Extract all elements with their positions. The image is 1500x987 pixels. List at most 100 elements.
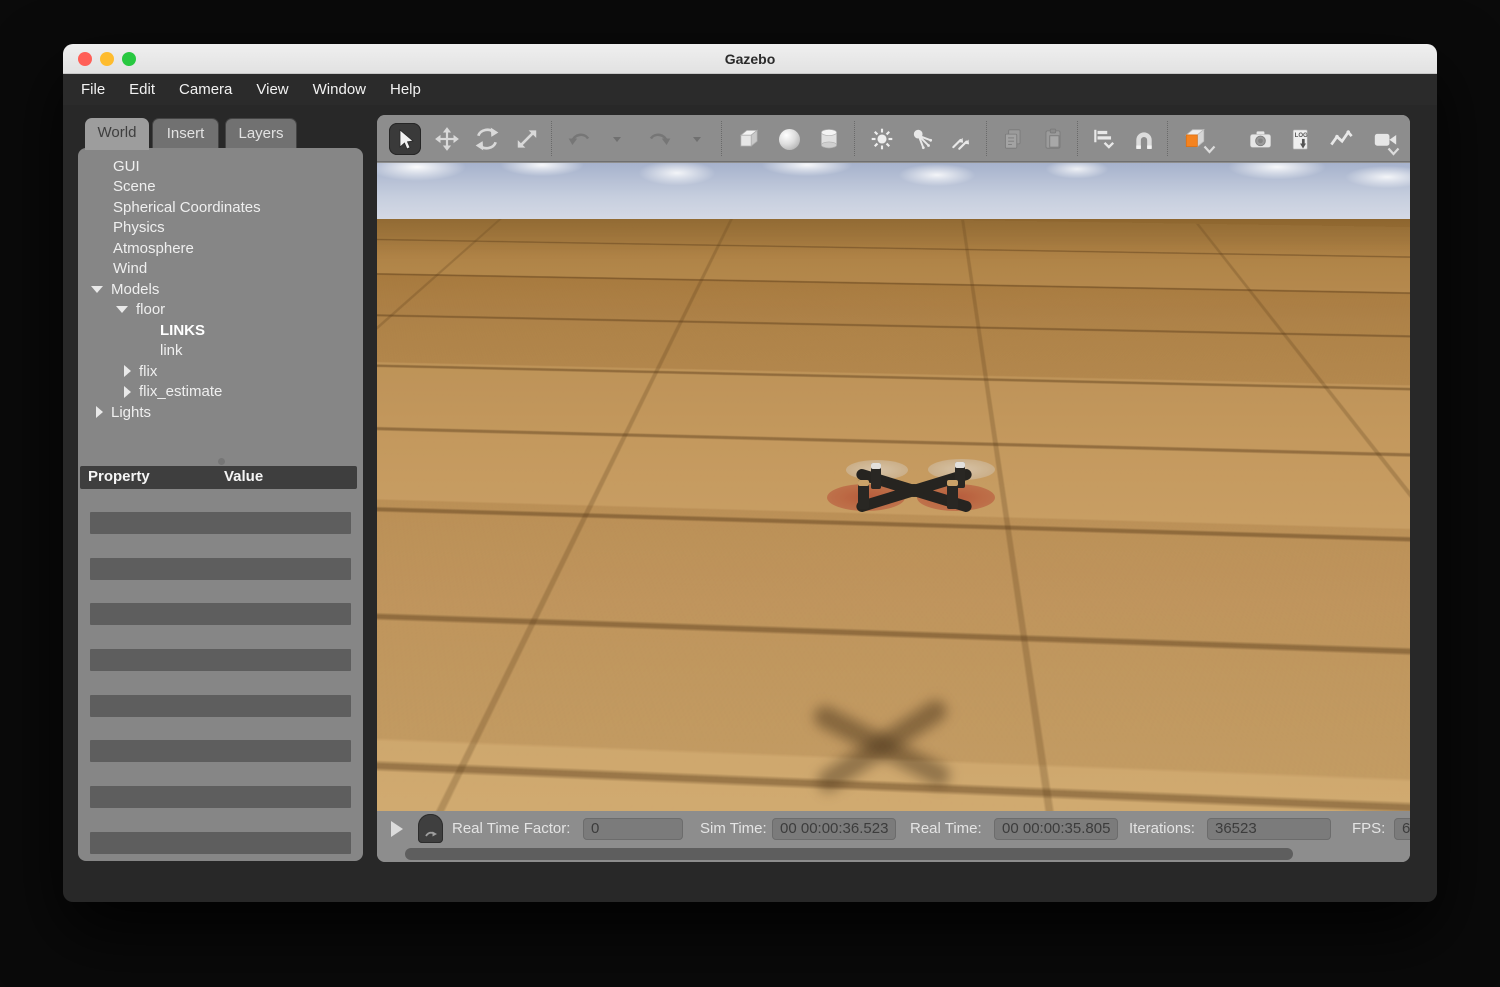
world-panel: GUI Scene Spherical Coordinates Physics … xyxy=(78,148,363,861)
toolbar-separator xyxy=(1077,121,1078,156)
3d-viewport[interactable] xyxy=(377,163,1410,811)
play-button[interactable] xyxy=(391,811,403,846)
property-table-header: Property Value xyxy=(80,466,357,489)
menu-window[interactable]: Window xyxy=(313,81,366,98)
table-row xyxy=(90,558,351,580)
sim-time-field[interactable]: 00 00:00:36.523 xyxy=(772,811,896,846)
plot-icon xyxy=(1328,126,1355,153)
tab-insert[interactable]: Insert xyxy=(152,118,219,148)
insert-spot-light-button[interactable] xyxy=(906,123,938,155)
tree-item-wind[interactable]: Wind xyxy=(78,259,363,280)
collapse-arrow-icon[interactable] xyxy=(91,286,103,293)
snap-button[interactable] xyxy=(1128,123,1160,155)
move-icon xyxy=(434,126,460,152)
directional-light-icon xyxy=(949,126,975,152)
insert-sphere-button[interactable] xyxy=(773,123,805,155)
tab-layers[interactable]: Layers xyxy=(225,118,297,148)
menu-camera[interactable]: Camera xyxy=(179,81,232,98)
table-row xyxy=(90,695,351,717)
menu-help[interactable]: Help xyxy=(390,81,421,98)
table-row xyxy=(90,832,351,854)
camera-icon xyxy=(1247,126,1274,153)
fps-label: FPS: xyxy=(1352,811,1385,846)
tab-world[interactable]: World xyxy=(85,118,149,150)
spot-light-icon xyxy=(909,126,935,152)
plot-button[interactable] xyxy=(1325,123,1357,155)
tree-item-spherical-coordinates[interactable]: Spherical Coordinates xyxy=(78,197,363,218)
tree-item-gui[interactable]: GUI xyxy=(78,156,363,177)
title-bar[interactable]: Gazebo xyxy=(63,44,1437,74)
tree-item-links-header[interactable]: LINKS xyxy=(78,320,363,341)
scale-icon xyxy=(514,126,540,152)
sphere-icon xyxy=(779,129,800,150)
horizontal-scrollbar[interactable] xyxy=(377,846,1410,862)
tree-item-lights[interactable]: Lights xyxy=(78,402,363,423)
toolbar-separator xyxy=(551,121,552,156)
redo-history-chevron-icon[interactable] xyxy=(693,137,701,142)
menu-edit[interactable]: Edit xyxy=(129,81,155,98)
log-file-icon: LOG xyxy=(1287,126,1314,153)
scale-tool-button[interactable] xyxy=(511,123,543,155)
rotate-tool-button[interactable] xyxy=(471,123,503,155)
translate-tool-button[interactable] xyxy=(431,123,463,155)
copy-button[interactable] xyxy=(997,123,1029,155)
step-button[interactable] xyxy=(418,811,443,846)
paste-button[interactable] xyxy=(1037,123,1069,155)
toolbar-separator xyxy=(721,121,722,156)
tree-item-flix-estimate[interactable]: flix_estimate xyxy=(78,382,363,403)
insert-point-light-button[interactable] xyxy=(866,123,898,155)
collapse-arrow-icon[interactable] xyxy=(116,306,128,313)
tree-item-scene[interactable]: Scene xyxy=(78,177,363,198)
insert-directional-light-button[interactable] xyxy=(946,123,978,155)
rotate-icon xyxy=(474,126,500,152)
iterations-label: Iterations: xyxy=(1129,811,1195,846)
tree-item-flix[interactable]: flix xyxy=(78,361,363,382)
toolbar-separator xyxy=(986,121,987,156)
real-time-label: Real Time: xyxy=(910,811,982,846)
align-icon xyxy=(1091,126,1117,152)
drone-motor xyxy=(947,480,958,509)
undo-history-chevron-icon[interactable] xyxy=(613,137,621,142)
align-button[interactable] xyxy=(1088,123,1120,155)
toolbar-separator xyxy=(854,121,855,156)
real-time-factor-label: Real Time Factor: xyxy=(452,811,570,846)
cylinder-icon xyxy=(816,126,842,152)
splitter-handle[interactable] xyxy=(218,458,225,465)
iterations-field[interactable]: 36523 xyxy=(1207,811,1331,846)
menu-file[interactable]: File xyxy=(81,81,105,98)
gazebo-window: Gazebo File Edit Camera View Window Help… xyxy=(63,44,1437,902)
select-tool-button[interactable] xyxy=(389,123,421,155)
screenshot-button[interactable] xyxy=(1244,123,1276,155)
menu-bar: File Edit Camera View Window Help xyxy=(63,74,1437,105)
view-angle-chevron-icon[interactable] xyxy=(1201,133,1217,165)
tree-item-atmosphere[interactable]: Atmosphere xyxy=(78,238,363,259)
tree-item-models[interactable]: Models xyxy=(78,279,363,300)
point-light-icon xyxy=(869,126,895,152)
sky xyxy=(377,163,1410,219)
simulation-status-bar: Real Time Factor: 0 Sim Time: 00 00:00:3… xyxy=(377,811,1410,846)
undo-icon xyxy=(567,126,593,152)
log-label: LOG xyxy=(1294,133,1307,139)
menu-view[interactable]: View xyxy=(256,81,288,98)
insert-box-button[interactable] xyxy=(733,123,765,155)
redo-button[interactable] xyxy=(643,123,675,155)
expand-arrow-icon[interactable] xyxy=(96,406,103,418)
insert-cylinder-button[interactable] xyxy=(813,123,845,155)
cursor-icon xyxy=(393,127,417,151)
undo-button[interactable] xyxy=(564,123,596,155)
tree-item-link[interactable]: link xyxy=(78,341,363,362)
step-icon xyxy=(424,829,438,839)
scrollbar-thumb[interactable] xyxy=(405,848,1293,860)
table-row xyxy=(90,512,351,534)
fps-field[interactable]: 62 xyxy=(1394,811,1410,846)
real-time-factor-field[interactable]: 0 xyxy=(583,811,683,846)
expand-arrow-icon[interactable] xyxy=(124,386,131,398)
tree-item-physics[interactable]: Physics xyxy=(78,218,363,239)
render-viewport: LOG xyxy=(377,115,1410,862)
log-record-button[interactable]: LOG xyxy=(1284,123,1316,155)
tree-item-floor[interactable]: floor xyxy=(78,300,363,321)
magnet-icon xyxy=(1131,126,1157,152)
real-time-field[interactable]: 00 00:00:35.805 xyxy=(994,811,1118,846)
drone-motor xyxy=(858,480,869,509)
expand-arrow-icon[interactable] xyxy=(124,365,131,377)
